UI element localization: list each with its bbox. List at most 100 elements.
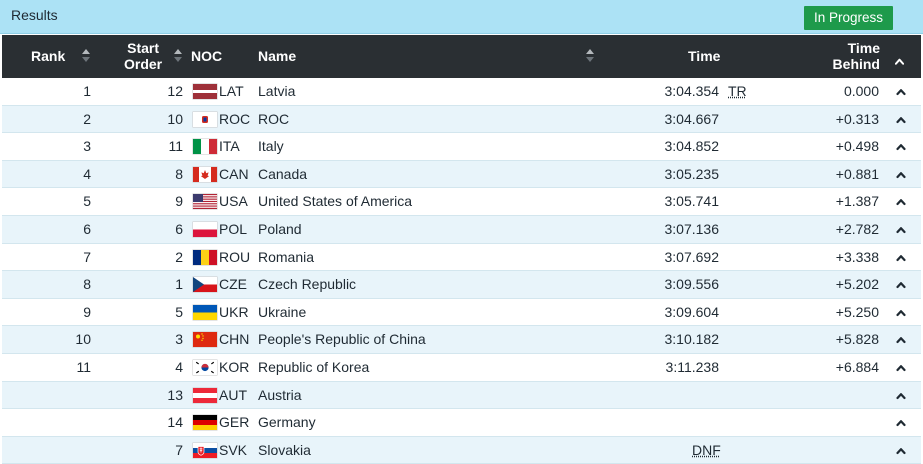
name-cell: Canada <box>258 166 307 183</box>
table-row[interactable]: 11 4 KOR Republic of Korea 3:11.238 +6.884 <box>2 354 921 382</box>
chevron-up-icon[interactable] <box>896 363 906 373</box>
time-behind-cell: +3.338 <box>836 249 879 266</box>
name-cell: Slovakia <box>258 442 311 459</box>
name-cell: Poland <box>258 221 302 238</box>
time-column-header: Time <box>688 48 720 64</box>
result-note[interactable]: DNF <box>692 442 721 459</box>
start-order-cell: 9 <box>175 193 183 210</box>
start-order-column-header[interactable]: Start Order <box>124 40 162 72</box>
name-cell: Austria <box>258 387 302 404</box>
name-cell: Romania <box>258 249 314 266</box>
noc-column-header[interactable]: NOC <box>191 48 222 64</box>
ita-flag-icon <box>193 139 217 154</box>
start-order-cell: 5 <box>175 304 183 321</box>
start-order-cell: 8 <box>175 166 183 183</box>
table-row[interactable]: 7 SVK Slovakia DNF <box>2 437 921 464</box>
chevron-up-icon[interactable] <box>896 308 906 318</box>
table-row[interactable]: 7 2 ROU Romania 3:07.692 +3.338 <box>2 244 921 272</box>
noc-cell: GER <box>219 414 249 431</box>
time-cell: 3:09.556 <box>665 276 720 293</box>
result-note[interactable]: TR <box>728 83 747 100</box>
table-row[interactable]: 13 AUT Austria <box>2 382 921 410</box>
name-cell: United States of America <box>258 193 412 210</box>
chevron-up-icon[interactable] <box>896 418 906 428</box>
noc-cell: SVK <box>219 442 247 459</box>
start-order-cell: 11 <box>168 138 183 155</box>
chevron-up-icon[interactable] <box>896 87 906 97</box>
sort-rank-icon[interactable] <box>82 49 91 63</box>
rank-cell: 4 <box>83 166 91 183</box>
name-column-header[interactable]: Name <box>258 48 296 64</box>
time-behind-cell: +1.387 <box>836 193 879 210</box>
chevron-up-icon[interactable] <box>896 115 906 125</box>
time-cell: 3:04.667 <box>665 111 720 128</box>
noc-cell: UKR <box>219 304 249 321</box>
rank-cell: 10 <box>75 331 91 348</box>
table-row[interactable]: 10 3 CHN People's Republic of China 3:10.182… <box>2 326 921 354</box>
time-behind-cell: +5.250 <box>836 304 879 321</box>
rank-cell: 3 <box>83 138 91 155</box>
sort-start-order-icon[interactable] <box>174 49 183 63</box>
kor-flag-icon <box>193 360 217 375</box>
table-row[interactable]: 14 GER Germany <box>2 409 921 437</box>
noc-cell: KOR <box>219 359 249 376</box>
noc-cell: CAN <box>219 166 249 183</box>
name-cell: People's Republic of China <box>258 331 426 348</box>
rank-cell: 8 <box>83 276 91 293</box>
rou-flag-icon <box>193 250 217 265</box>
sort-name-icon[interactable] <box>586 49 595 63</box>
results-header: Results In Progress <box>0 0 923 34</box>
rank-cell: 2 <box>83 111 91 128</box>
time-behind-cell: +2.782 <box>836 221 879 238</box>
lat-flag-icon <box>193 84 217 99</box>
table-row[interactable]: 5 9 USA United States of America 3:05.741 +1.… <box>2 188 921 216</box>
time-behind-cell: +5.828 <box>836 331 879 348</box>
table-row[interactable]: 2 10 ROC ROC 3:04.667 +0.313 <box>2 106 921 134</box>
rank-cell: 6 <box>83 221 91 238</box>
start-order-cell: 3 <box>175 331 183 348</box>
chn-flag-icon <box>193 332 217 347</box>
noc-cell: AUT <box>219 387 247 404</box>
noc-cell: ROC <box>219 111 250 128</box>
table-row[interactable]: 6 6 POL Poland 3:07.136 +2.782 <box>2 216 921 244</box>
results-table: 1 12 LAT Latvia 3:04.354 TR 0.000 2 10 ROC ROC 3:04… <box>2 78 921 464</box>
noc-cell: ITA <box>219 138 240 155</box>
table-row[interactable]: 4 8 CAN Canada 3:05.235 +0.881 <box>2 161 921 189</box>
time-cell: 3:07.692 <box>665 249 720 266</box>
time-cell: 3:04.852 <box>665 138 720 155</box>
name-cell: ROC <box>258 111 289 128</box>
table-row[interactable]: 8 1 CZE Czech Republic 3:09.556 +5.202 <box>2 271 921 299</box>
time-cell: 3:10.182 <box>665 331 720 348</box>
table-row[interactable]: 1 12 LAT Latvia 3:04.354 TR 0.000 <box>2 78 921 106</box>
table-row[interactable]: 9 5 UKR Ukraine 3:09.604 +5.250 <box>2 299 921 327</box>
rank-cell: 9 <box>83 304 91 321</box>
start-order-cell: 1 <box>175 276 183 293</box>
chevron-up-icon[interactable] <box>896 253 906 263</box>
pol-flag-icon <box>193 222 217 237</box>
noc-cell: LAT <box>219 83 244 100</box>
chevron-up-icon[interactable] <box>896 335 906 345</box>
start-order-cell: 6 <box>175 221 183 238</box>
time-behind-cell: +0.313 <box>836 111 879 128</box>
chevron-up-icon[interactable] <box>896 280 906 290</box>
rank-column-header[interactable]: Rank <box>31 48 65 64</box>
time-cell: 3:05.741 <box>665 193 720 210</box>
chevron-up-icon[interactable] <box>896 197 906 207</box>
aut-flag-icon <box>193 388 217 403</box>
chevron-up-icon[interactable] <box>896 391 906 401</box>
table-row[interactable]: 3 11 ITA Italy 3:04.852 +0.498 <box>2 133 921 161</box>
chevron-up-icon[interactable] <box>896 142 906 152</box>
rank-cell: 1 <box>83 83 91 100</box>
noc-cell: CZE <box>219 276 247 293</box>
chevron-up-icon[interactable] <box>896 446 906 456</box>
collapse-all-chevron-up-icon[interactable] <box>895 57 904 66</box>
time-cell: 3:04.354 <box>665 83 720 100</box>
time-cell: 3:09.604 <box>665 304 720 321</box>
chevron-up-icon[interactable] <box>896 225 906 235</box>
ger-flag-icon <box>193 415 217 430</box>
status-badge: In Progress <box>804 6 893 30</box>
name-cell: Republic of Korea <box>258 359 369 376</box>
time-behind-cell: +6.884 <box>836 359 879 376</box>
start-order-cell: 2 <box>175 249 183 266</box>
chevron-up-icon[interactable] <box>896 170 906 180</box>
